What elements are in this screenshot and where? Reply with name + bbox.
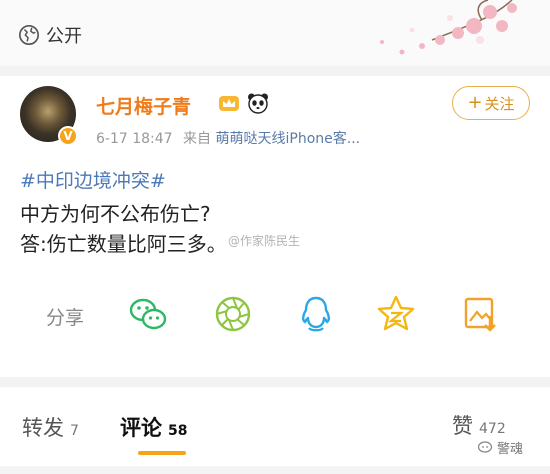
watermark: @作家陈民生 [228,234,301,248]
source-watermark-text: 警魂 [497,442,524,457]
tab-count: 58 [168,423,188,439]
visibility-label: 公开 [46,26,82,47]
crown-icon [219,96,239,111]
active-tab-indicator [138,451,186,455]
share-label: 分享 [46,307,85,329]
source-watermark: 警魂 [478,438,523,457]
tab-likes[interactable]: 赞 472 [452,410,506,440]
chat-bubble-icon [478,440,493,453]
tab-label: 评论 [120,416,162,440]
blossom-decoration [380,0,517,55]
save-image-icon[interactable] [460,294,500,334]
qq-icon[interactable] [296,294,336,334]
verified-badge: V [58,126,78,146]
tab-label: 转发 [22,416,64,440]
post-source[interactable]: 萌萌哒天线iPhone客... [215,131,360,147]
visibility-indicator[interactable]: 公开 [18,22,82,48]
post-time: 6-17 18:47 [96,131,173,147]
tab-count: 7 [70,423,79,439]
qzone-icon[interactable] [376,294,416,334]
bottom-strip [0,466,550,474]
tab-reposts[interactable]: 转发 7 [22,412,79,442]
plus-icon: + [467,92,483,113]
follow-button[interactable]: + 关注 [452,86,530,120]
panda-icon [248,93,268,114]
post-text-line: 答:伤亡数量比阿三多。 [20,232,227,256]
post-meta: 6-17 18:47 来自 萌萌哒天线iPhone客... [96,128,360,148]
globe-icon [19,25,39,45]
wechat-icon[interactable] [128,294,168,334]
tab-label: 赞 [452,414,473,438]
section-divider [0,377,550,387]
post-text-line: 中方为何不公布伤亡? [20,202,211,226]
hashtag-link[interactable]: #中印边境冲突# [20,166,166,193]
source-prefix: 来自 [183,131,212,147]
follow-label: 关注 [484,94,515,113]
tab-count: 472 [479,421,506,437]
tab-comments[interactable]: 评论 58 [120,412,187,442]
moments-icon[interactable] [213,294,253,334]
visibility-bar: 公开 [0,0,550,66]
author-name[interactable]: 七月梅子青 [96,92,191,119]
section-divider [0,66,550,76]
